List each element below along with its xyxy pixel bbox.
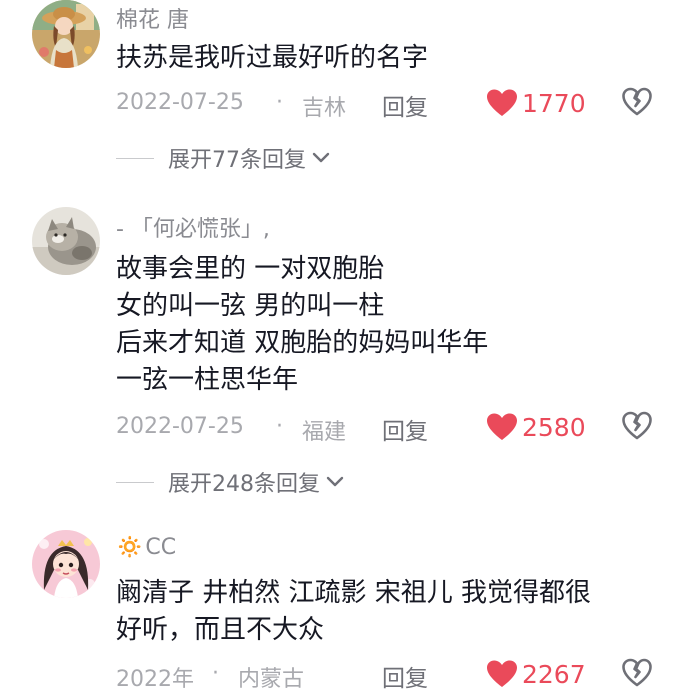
broken-heart-icon — [622, 658, 652, 687]
expand-replies-button[interactable]: 展开77条回复 — [116, 143, 330, 173]
expand-replies-button[interactable]: 展开248条回复 — [116, 467, 344, 497]
sun-emoji-icon: 🔅 — [116, 535, 144, 560]
heart-icon — [487, 413, 517, 440]
broken-heart-icon — [622, 411, 652, 440]
like-count: 2580 — [522, 412, 586, 442]
avatar-cat-image — [32, 207, 100, 275]
like-button[interactable]: 1770 — [486, 86, 586, 120]
comment-location: 吉林 — [302, 96, 347, 121]
dislike-button[interactable] — [622, 87, 652, 123]
reply-button[interactable]: 回复 — [382, 88, 428, 122]
like-button[interactable]: 2580 — [486, 410, 586, 444]
comment-text: 故事会里的 一对双胞胎 女的叫一弦 男的叫一柱 后来才知道 双胞胎的妈妈叫华年 … — [116, 254, 489, 395]
chevron-down-icon — [312, 152, 330, 163]
comment-location: 内蒙古 — [238, 667, 305, 692]
dislike-button[interactable] — [622, 658, 652, 694]
avatar[interactable] — [32, 530, 100, 598]
divider-line — [116, 157, 154, 159]
meta-separator: · — [276, 414, 283, 439]
heart-icon — [487, 89, 517, 116]
like-count: 1770 — [522, 88, 586, 118]
avatar[interactable] — [32, 207, 100, 275]
expand-replies-label: 展开248条回复 — [168, 472, 320, 497]
comment-date: 2022-07-25 — [116, 90, 244, 115]
comment-text: 扶苏是我听过最好听的名字 — [116, 43, 429, 73]
heart-icon — [487, 660, 517, 687]
reply-button[interactable]: 回复 — [382, 659, 428, 693]
comment-date: 2022-07-25 — [116, 414, 244, 439]
broken-heart-icon — [622, 87, 652, 116]
divider-line — [116, 481, 154, 483]
like-button[interactable]: 2267 — [486, 657, 586, 691]
comment-text: 阚清子 井柏然 江疏影 宋祖儿 我觉得都很 好听，而且不大众 — [116, 578, 592, 645]
username-text: CC — [145, 535, 177, 560]
comment-meta: 2022年 · 内蒙古 回复 2267 — [116, 657, 676, 694]
meta-separator: · — [212, 661, 219, 686]
like-count: 2267 — [522, 659, 586, 689]
meta-separator: · — [276, 90, 283, 115]
comment-meta: 2022-07-25 · 吉林 回复 1770 — [116, 86, 676, 123]
comment-date: 2022年 — [116, 667, 194, 692]
avatar[interactable] — [32, 0, 100, 68]
comment-location: 福建 — [302, 420, 347, 445]
avatar-girl-hat-image — [32, 0, 100, 68]
username[interactable]: 棉花 唐 — [116, 2, 189, 34]
reply-button[interactable]: 回复 — [382, 412, 428, 446]
expand-replies-label: 展开77条回复 — [168, 148, 306, 173]
username[interactable]: - 「何必慌张」, — [116, 211, 270, 243]
avatar-cartoon-girl-image — [32, 530, 100, 598]
dislike-button[interactable] — [622, 411, 652, 447]
comment-meta: 2022-07-25 · 福建 回复 2580 — [116, 410, 676, 447]
chevron-down-icon — [326, 476, 344, 487]
username[interactable]: 🔅CC — [116, 535, 176, 560]
